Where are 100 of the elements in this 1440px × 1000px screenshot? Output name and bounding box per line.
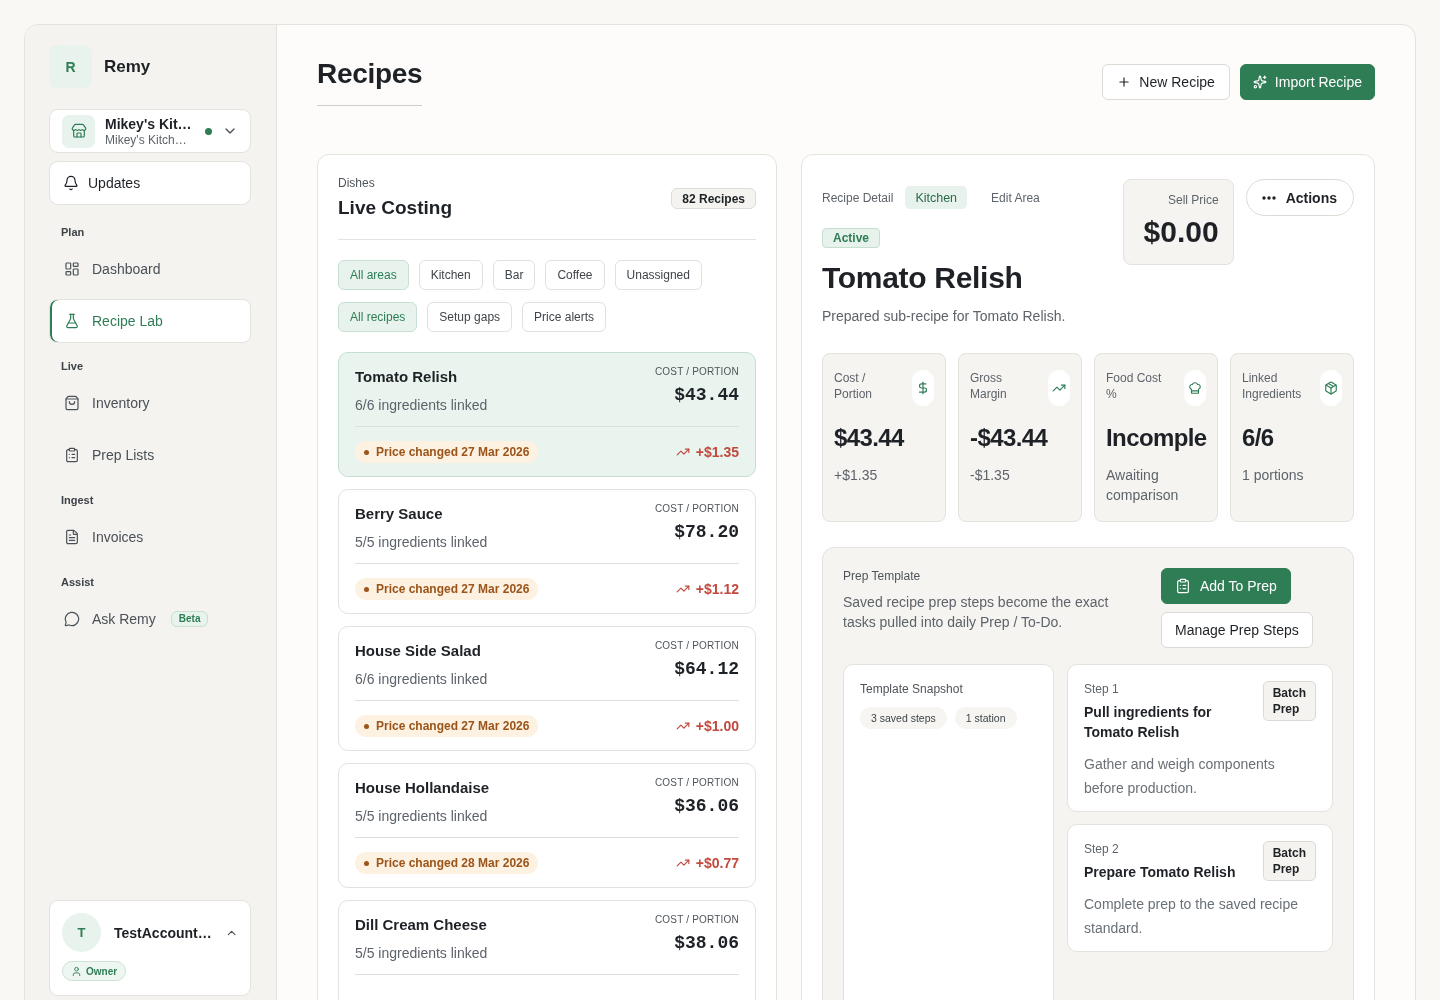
chat-bubble-icon bbox=[64, 611, 80, 627]
recipe-filter-chip[interactable]: All recipes bbox=[338, 302, 418, 332]
brand-logo: R bbox=[49, 45, 92, 88]
clipboard-icon bbox=[1175, 578, 1191, 594]
stat-label: Cost / Portion bbox=[834, 370, 874, 402]
updates-button[interactable]: Updates bbox=[49, 161, 251, 205]
status-badge: Active bbox=[822, 228, 881, 248]
page-title: Recipes bbox=[317, 57, 423, 106]
stat-note: Awaiting comparison bbox=[1106, 466, 1180, 505]
area-filter-chip[interactable]: Bar bbox=[492, 260, 536, 290]
stat-value: Incomple bbox=[1106, 423, 1206, 453]
recipe-filter-chip[interactable]: Price alerts bbox=[522, 302, 607, 332]
user-icon bbox=[71, 965, 82, 977]
recipe-filter-chip[interactable]: Setup gaps bbox=[427, 302, 513, 332]
nav-section-label: Plan bbox=[60, 225, 86, 239]
area-filter-chip[interactable]: Coffee bbox=[545, 260, 605, 290]
stat-value: 6/6 bbox=[1242, 423, 1275, 453]
nav-item[interactable]: Inventory bbox=[49, 381, 165, 425]
stat-label: Gross Margin bbox=[970, 370, 1008, 402]
dot-icon bbox=[364, 723, 369, 729]
role-label: Owner bbox=[86, 965, 118, 977]
step-tag: Batch Prep bbox=[1262, 841, 1316, 881]
stat-note: 1 portions bbox=[1242, 466, 1305, 485]
recipe-card[interactable]: Dill Cream Cheese 5/5 ingredients linked COST / PORTION $38.06 bbox=[338, 900, 756, 1000]
clipboard-icon bbox=[64, 447, 80, 463]
price-change: +$1.12 bbox=[695, 581, 739, 597]
box-icon bbox=[1320, 370, 1342, 406]
beta-badge: Beta bbox=[170, 611, 209, 627]
actions-button[interactable]: Actions bbox=[1245, 179, 1354, 216]
nav-item[interactable]: Recipe Lab bbox=[49, 299, 251, 343]
panel-eyebrow: Dishes bbox=[338, 175, 376, 191]
bag-icon bbox=[64, 395, 80, 411]
account-name: TestAccount… bbox=[114, 924, 212, 941]
panel-title: Live Costing bbox=[338, 196, 452, 220]
sell-price-value: $0.00 bbox=[1143, 214, 1219, 250]
sparkles-icon bbox=[1252, 75, 1267, 89]
new-recipe-button[interactable]: New Recipe bbox=[1102, 64, 1230, 100]
cost-label: COST / PORTION bbox=[654, 776, 739, 790]
step-number: Step 2 bbox=[1084, 841, 1120, 857]
ingredient-count: 5/5 ingredients linked bbox=[355, 533, 488, 552]
recipe-name: House Side Salad bbox=[355, 641, 481, 661]
location-subtitle: Mikey's Kitch… bbox=[105, 132, 188, 148]
area-filter-chip[interactable]: Unassigned bbox=[614, 260, 702, 290]
avatar: T bbox=[62, 913, 101, 952]
stat-value: $43.44 bbox=[834, 423, 906, 453]
manage-prep-steps-button[interactable]: Manage Prep Steps bbox=[1161, 612, 1313, 648]
trend-up-icon bbox=[1048, 370, 1070, 406]
stat-label: Linked Ingredients bbox=[1242, 370, 1303, 402]
nav-item[interactable]: Prep Lists bbox=[49, 433, 170, 477]
recipe-card[interactable]: Berry Sauce 5/5 ingredients linked COST / PORTION $78.20 Price changed 27 Mar 2026 +$1.12 bbox=[338, 489, 756, 614]
price-alert-text: Price changed 27 Mar 2026 bbox=[376, 582, 530, 596]
step-number: Step 1 bbox=[1084, 681, 1120, 697]
recipe-count-badge: 82 Recipes bbox=[671, 188, 756, 209]
cost-value: $78.20 bbox=[674, 521, 739, 544]
dot-icon bbox=[364, 449, 369, 455]
snapshot-chip: 3 saved steps bbox=[860, 707, 947, 729]
cost-label: COST / PORTION bbox=[654, 639, 739, 653]
edit-area-link[interactable]: Edit Area bbox=[991, 190, 1040, 205]
recipe-name: Dill Cream Cheese bbox=[355, 915, 487, 935]
recipe-card[interactable]: House Hollandaise 5/5 ingredients linked COST / PORTION $36.06 Price changed 28 Mar 2026 +$0.77 bbox=[338, 763, 756, 888]
ellipsis-icon bbox=[1261, 195, 1276, 200]
nav-section-label: Ingest bbox=[60, 493, 95, 507]
step-description: Gather and weigh components before production. bbox=[1084, 755, 1276, 798]
recipe-description: Prepared sub-recipe for Tomato Relish. bbox=[822, 307, 1066, 326]
nav-item[interactable]: Invoices bbox=[49, 515, 159, 559]
cost-value: $64.12 bbox=[674, 658, 739, 681]
cost-value: $36.06 bbox=[674, 795, 739, 818]
price-change: +$1.35 bbox=[695, 444, 739, 460]
step-description: Complete prep to the saved recipe standard. bbox=[1084, 895, 1299, 938]
price-alert-text: Price changed 27 Mar 2026 bbox=[376, 719, 530, 733]
recipe-title: Tomato Relish bbox=[822, 260, 1023, 296]
import-recipe-button[interactable]: Import Recipe bbox=[1239, 64, 1375, 100]
stat-note: -$1.35 bbox=[970, 466, 1011, 485]
ingredient-count: 6/6 ingredients linked bbox=[355, 396, 488, 415]
cost-value: $38.06 bbox=[674, 932, 739, 955]
recipe-card[interactable]: Tomato Relish 6/6 ingredients linked COST / PORTION $43.44 Price changed 27 Mar 2026 +$1.35 bbox=[338, 352, 756, 477]
recipe-card[interactable]: House Side Salad 6/6 ingredients linked COST / PORTION $64.12 Price changed 27 Mar 2026 +$1.00 bbox=[338, 626, 756, 751]
location-selector[interactable]: Mikey's Kit… Mikey's Kitch… bbox=[49, 109, 251, 153]
nav-item[interactable]: Dashboard bbox=[49, 247, 176, 291]
nav-section-label: Assist bbox=[60, 575, 96, 589]
recipe-name: House Hollandaise bbox=[355, 778, 490, 798]
area-filter-chip[interactable]: Kitchen bbox=[418, 260, 483, 290]
stat-value: -$43.44 bbox=[970, 423, 1049, 453]
recipe-name: Berry Sauce bbox=[355, 504, 443, 524]
ingredient-count: 5/5 ingredients linked bbox=[355, 807, 488, 826]
prep-template-label: Prep Template bbox=[843, 568, 922, 584]
nav-item[interactable]: Ask Remy bbox=[49, 597, 171, 641]
stat-note: +$1.35 bbox=[834, 466, 879, 485]
snapshot-chip: 1 station bbox=[954, 707, 1017, 729]
cost-label: COST / PORTION bbox=[654, 502, 739, 516]
recipe-name: Tomato Relish bbox=[355, 367, 458, 387]
ingredient-count: 5/5 ingredients linked bbox=[355, 944, 488, 963]
add-to-prep-button[interactable]: Add To Prep bbox=[1161, 568, 1291, 604]
detail-eyebrow: Recipe Detail bbox=[822, 190, 894, 205]
area-filter-chip[interactable]: All areas bbox=[338, 260, 409, 290]
price-change: +$0.77 bbox=[695, 855, 739, 871]
snapshot-title: Template Snapshot bbox=[860, 681, 964, 697]
sell-price-label: Sell Price bbox=[1167, 192, 1219, 208]
ingredient-count: 6/6 ingredients linked bbox=[355, 670, 488, 689]
dollar-icon bbox=[912, 370, 934, 406]
